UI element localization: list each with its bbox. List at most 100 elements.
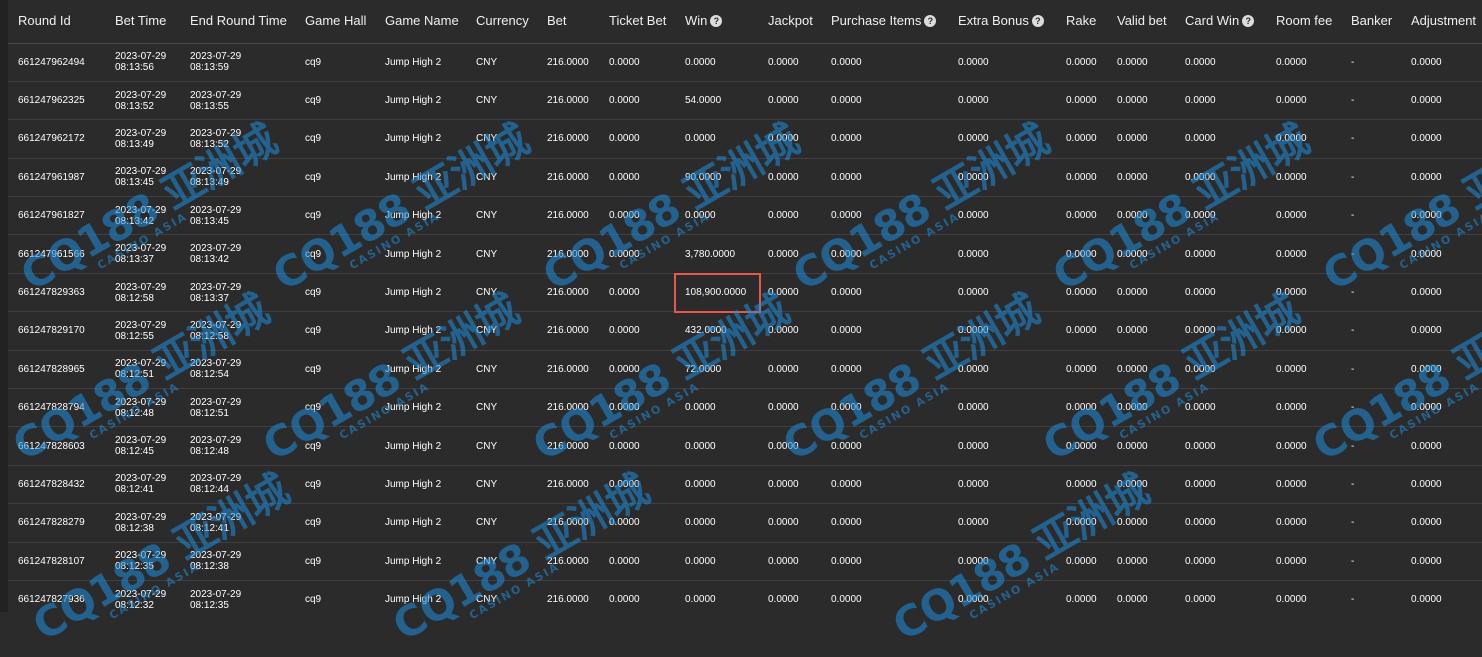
cell-extra: 0.0000 [948,427,1056,465]
column-header-currency[interactable]: Currency [466,0,537,43]
cell-round-id: 661247961987 [8,158,105,196]
cell-jackpot: 0.0000 [758,43,821,81]
cell-banker: - [1341,389,1401,427]
cell-adjustment: 0.0000 [1401,312,1482,350]
cell-room-fee: 0.0000 [1266,312,1341,350]
cell-hall: cq9 [295,235,375,273]
cell-card-win: 0.0000 [1175,350,1266,388]
time-text: 08:13:49 [115,139,154,150]
cell-banker: - [1341,43,1401,81]
column-header-bet[interactable]: Bet [537,0,599,43]
table-row[interactable]: 6612479623252023-07-2908:13:522023-07-29… [8,81,1482,119]
question-circle-icon[interactable]: ? [924,15,936,27]
cell-extra: 0.0000 [948,81,1056,119]
column-header-label: Room fee [1276,13,1332,28]
cell-valid: 0.0000 [1107,235,1175,273]
date-text: 2023-07-29 [190,473,241,484]
cell-bet: 216.0000 [537,350,599,388]
cell-win: 0.0000 [675,504,758,542]
table-row[interactable]: 6612479618272023-07-2908:13:422023-07-29… [8,197,1482,235]
cell-game: Jump High 2 [375,350,466,388]
cell-valid: 0.0000 [1107,197,1175,235]
column-header-label: Round Id [18,13,71,28]
cell-banker: - [1341,542,1401,580]
cell-purchase: 0.0000 [821,465,948,503]
cell-hall: cq9 [295,350,375,388]
column-header-label: Bet Time [115,13,166,28]
table-row[interactable]: 6612478287942023-07-2908:12:482023-07-29… [8,389,1482,427]
table-row[interactable]: 6612479615662023-07-2908:13:372023-07-29… [8,235,1482,273]
header-row: Round Id Bet Time End Round Time Game HallG… [8,0,1482,43]
column-header-label: End Round Time [190,13,287,28]
table-row[interactable]: 6612478293632023-07-2908:12:582023-07-29… [8,273,1482,311]
time-text: 08:12:45 [115,446,154,457]
cell-jackpot: 0.0000 [758,158,821,196]
cell-currency: CNY [466,350,537,388]
table-row[interactable]: 6612479624942023-07-2908:13:562023-07-29… [8,43,1482,81]
table-row[interactable]: 6612478286032023-07-2908:12:452023-07-29… [8,427,1482,465]
cell-currency: CNY [466,158,537,196]
table-row[interactable]: 6612478289652023-07-2908:12:512023-07-29… [8,350,1482,388]
column-header-adjustment[interactable]: Adjustment [1401,0,1482,43]
cell-round-id: 661247829363 [8,273,105,311]
cell-round-id: 661247828432 [8,465,105,503]
table-row[interactable]: 6612478282792023-07-2908:12:382023-07-29… [8,504,1482,542]
cell-end-round-time: 2023-07-2908:12:44 [180,465,295,503]
cell-jackpot: 0.0000 [758,197,821,235]
cell-valid: 0.0000 [1107,312,1175,350]
cell-ticket-bet: 0.0000 [599,312,675,350]
cell-purchase: 0.0000 [821,312,948,350]
column-header-round-id[interactable]: Round Id [8,0,105,43]
cell-end-round-time: 2023-07-2908:13:49 [180,158,295,196]
column-header-bet-time[interactable]: Bet Time [105,0,180,43]
cell-valid: 0.0000 [1107,465,1175,503]
cell-ticket-bet: 0.0000 [599,504,675,542]
column-header-rake[interactable]: Rake [1056,0,1107,43]
table-row[interactable]: 6612478284322023-07-2908:12:412023-07-29… [8,465,1482,503]
column-header-jackpot[interactable]: Jackpot [758,0,821,43]
cell-win: 0.0000 [675,542,758,580]
column-header-banker[interactable]: Banker [1341,0,1401,43]
table-row[interactable]: 6612479621722023-07-2908:13:492023-07-29… [8,120,1482,158]
cell-ticket-bet: 0.0000 [599,389,675,427]
column-header-card-win[interactable]: Card Win? [1175,0,1266,43]
cell-hall: cq9 [295,465,375,503]
cell-hall: cq9 [295,197,375,235]
cell-win: 54.0000 [675,81,758,119]
column-header-room-fee[interactable]: Room fee [1266,0,1341,43]
column-header-win[interactable]: Win? [675,0,758,43]
cell-currency: CNY [466,504,537,542]
date-text: 2023-07-29 [190,435,241,446]
column-header-game-name[interactable]: Game Name [375,0,466,43]
column-header-valid-bet[interactable]: Valid bet [1107,0,1175,43]
table-row[interactable]: 6612478279362023-07-2908:12:322023-07-29… [8,580,1482,612]
cell-room-fee: 0.0000 [1266,465,1341,503]
table-row[interactable]: 6612479619872023-07-2908:13:452023-07-29… [8,158,1482,196]
column-header-label: Rake [1066,13,1096,28]
cell-bet-time: 2023-07-2908:12:38 [105,504,180,542]
cell-currency: CNY [466,312,537,350]
column-header-extra-bonus[interactable]: Extra Bonus? [948,0,1056,43]
cell-valid: 0.0000 [1107,427,1175,465]
cell-card-win: 0.0000 [1175,312,1266,350]
time-text: 08:12:41 [190,523,229,534]
cell-banker: - [1341,465,1401,503]
date-text: 2023-07-29 [115,320,166,331]
question-circle-icon[interactable]: ? [1032,15,1044,27]
cell-card-win: 0.0000 [1175,158,1266,196]
column-header-label: Valid bet [1117,13,1167,28]
cell-end-round-time: 2023-07-2908:12:35 [180,580,295,612]
column-header-game-hall[interactable]: Game Hall [295,0,375,43]
column-header-ticket-bet[interactable]: Ticket Bet [599,0,675,43]
column-header-end-round-time[interactable]: End Round Time [180,0,295,43]
cell-game: Jump High 2 [375,312,466,350]
question-circle-icon[interactable]: ? [1242,15,1254,27]
table-row[interactable]: 6612478281072023-07-2908:12:352023-07-29… [8,542,1482,580]
column-header-purchase-items[interactable]: Purchase Items? [821,0,948,43]
cell-round-id: 661247828107 [8,542,105,580]
table-row[interactable]: 6612478291702023-07-2908:12:552023-07-29… [8,312,1482,350]
bet-records-table-container[interactable]: Round Id Bet Time End Round Time Game HallG… [8,0,1482,612]
question-circle-icon[interactable]: ? [710,15,722,27]
time-text: 08:12:55 [115,331,154,342]
column-header-label: Adjustment [1411,13,1476,28]
